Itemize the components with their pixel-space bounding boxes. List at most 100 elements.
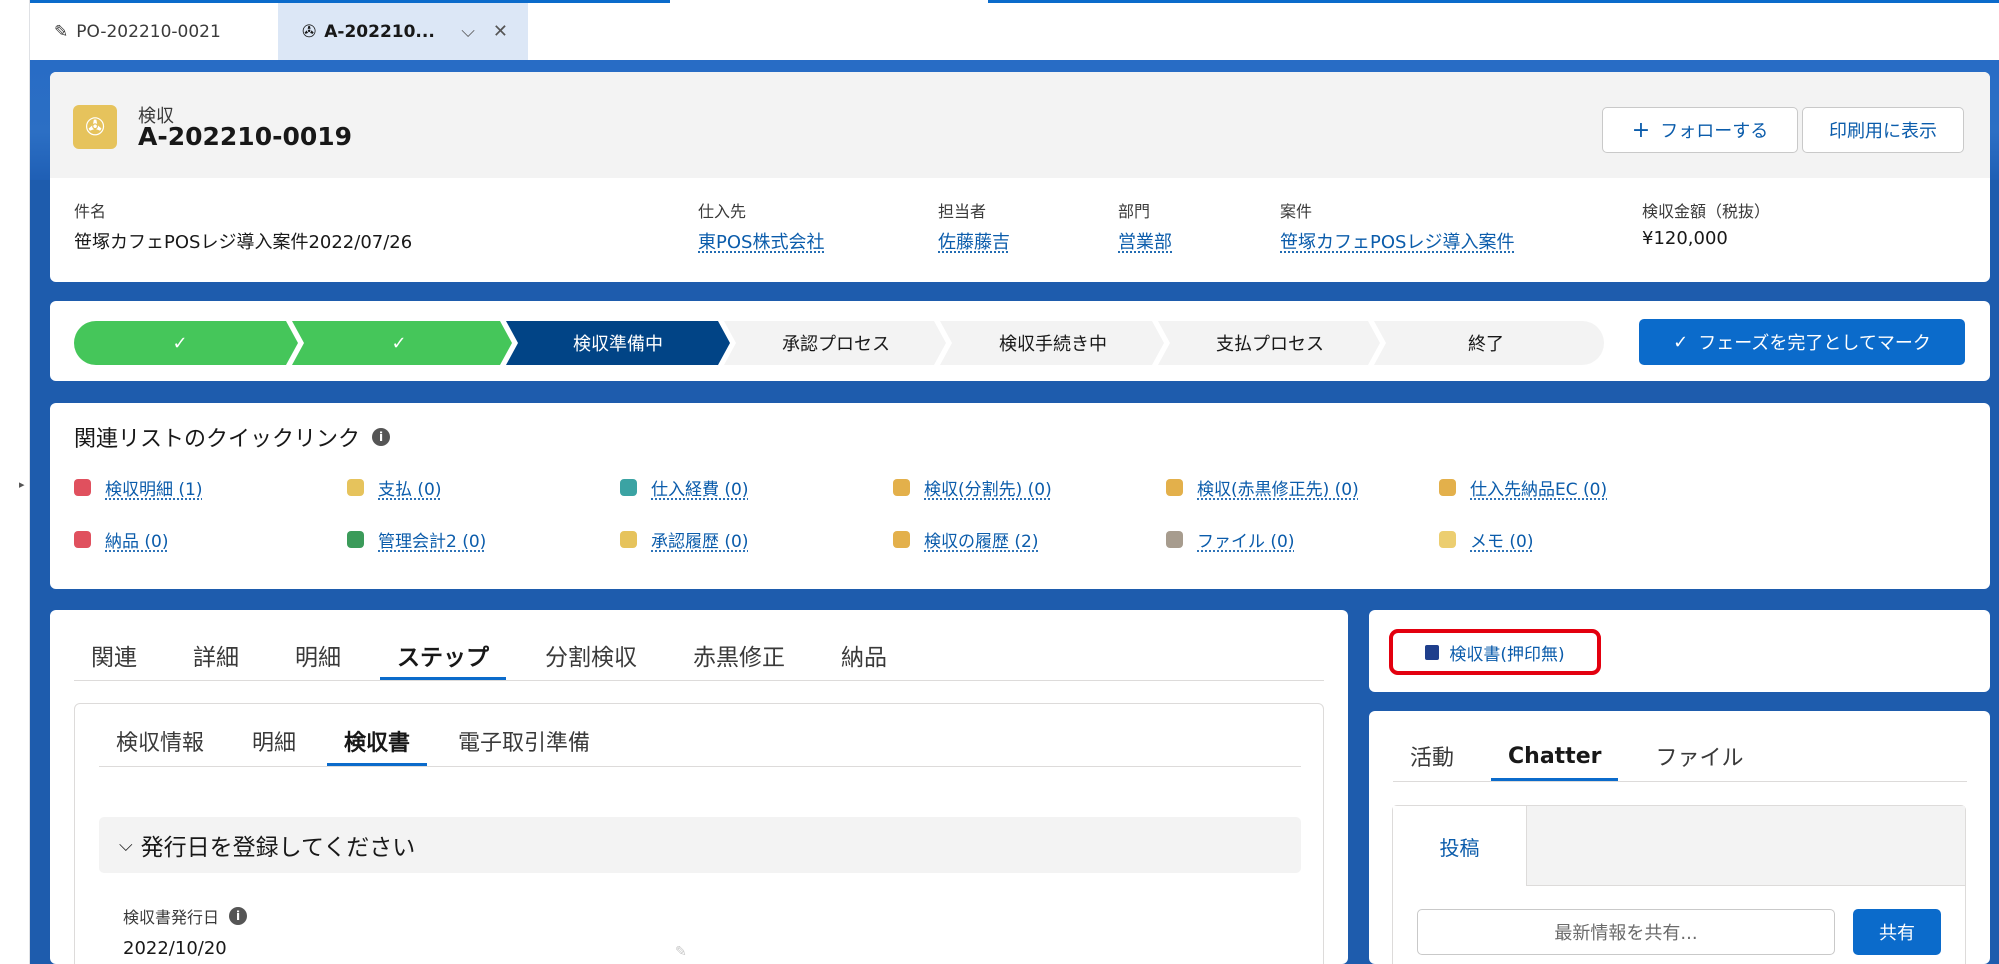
project-link[interactable]: 笹塚カフェPOSレジ導入案件 [1280, 228, 1514, 254]
quick-link-label: 支払 (0) [378, 480, 442, 500]
quick-links-title-text: 関連リストのクイックリンク [74, 427, 361, 452]
vendor-link[interactable]: 東POS株式会社 [698, 228, 824, 254]
chevron-down-icon[interactable]: ⌵ [461, 21, 475, 42]
owner-link[interactable]: 佐藤藤吉 [938, 228, 1010, 254]
department-link[interactable]: 営業部 [1118, 228, 1172, 254]
quick-link-label: 仕入経費 (0) [651, 480, 749, 500]
utility-leftbar: ▸ [0, 0, 30, 964]
field-label: 検収金額（税抜） [1642, 202, 1771, 221]
quick-link[interactable]: 検収明細 (1) [74, 475, 202, 500]
tab-delivery[interactable]: 納品 [824, 630, 904, 680]
document-icon [1425, 644, 1440, 660]
document-action-card: 検収書(押印無) [1369, 610, 1990, 692]
quick-link-label: 納品 (0) [105, 532, 169, 552]
path-step-label: ✓ [391, 332, 407, 354]
quick-link-label: 検収明細 (1) [105, 480, 203, 500]
quick-link[interactable]: 仕入経費 (0) [620, 475, 748, 500]
subtab-lines[interactable]: 明細 [235, 716, 313, 766]
workspace-tab-bar: ✎ PO-202210-0021 ✇ A-202210... ⌵ ✕ [30, 0, 1999, 60]
quick-link-label: 検収の履歴 (2) [924, 532, 1039, 552]
quick-link-label: 仕入先納品EC (0) [1470, 480, 1608, 500]
quick-link[interactable]: 検収(分割先) (0) [893, 475, 1052, 500]
subtab-inspection-info[interactable]: 検収情報 [99, 716, 221, 766]
expand-caret-icon[interactable]: ▸ [19, 478, 25, 491]
info-icon[interactable]: i [229, 907, 248, 925]
subtabs-divider [99, 766, 1301, 767]
mark-complete-button[interactable]: ✓ フェーズを完了としてマーク [1639, 319, 1965, 365]
share-update-input[interactable]: 最新情報を共有... [1417, 909, 1835, 955]
quick-link[interactable]: 承認履歴 (0) [620, 527, 748, 552]
quick-link[interactable]: 支払 (0) [347, 475, 441, 500]
pencil-icon: ✎ [54, 22, 69, 42]
related-list-icon [1166, 531, 1183, 548]
related-list-icon [893, 479, 910, 496]
field-value: ¥120,000 [1642, 228, 1728, 249]
inspection-document-label: 検収書(押印無) [1449, 644, 1565, 665]
quick-link[interactable]: 検収の履歴 (2) [893, 527, 1038, 552]
path-step-label: 検収準備中 [573, 334, 663, 355]
issue-date-label-text: 検収書発行日 [123, 908, 220, 927]
close-icon[interactable]: ✕ [493, 21, 508, 42]
subtab-inspection-document[interactable]: 検収書 [327, 716, 428, 766]
side-tabs-divider [1393, 781, 1967, 782]
field-vendor: 仕入先 東POS株式会社 [698, 198, 824, 254]
workspace-tab-po[interactable]: ✎ PO-202210-0021 [54, 14, 221, 50]
follow-button[interactable]: + フォローする [1602, 107, 1798, 153]
quick-link-label: メモ (0) [1470, 532, 1534, 552]
tab-chatter[interactable]: Chatter [1491, 731, 1619, 781]
tab-details[interactable]: 詳細 [176, 630, 256, 680]
quick-link-label: 検収(分割先) (0) [924, 480, 1052, 500]
tab-accent-line [988, 0, 1999, 3]
quick-link[interactable]: 検収(赤黒修正先) (0) [1166, 475, 1359, 500]
subtab-e-transaction[interactable]: 電子取引準備 [441, 716, 607, 766]
workspace-tab-inspection[interactable]: ✇ A-202210... ⌵ ✕ [278, 3, 528, 60]
quick-link[interactable]: 納品 (0) [74, 527, 168, 552]
field-label: 仕入先 [698, 202, 747, 221]
check-icon: ✓ [1673, 331, 1689, 353]
tab-split-inspection[interactable]: 分割検収 [528, 630, 654, 680]
tab-red-black-correction[interactable]: 赤黒修正 [676, 630, 802, 680]
inspection-document-button[interactable]: 検収書(押印無) [1389, 629, 1601, 675]
record-header: ✇ 検収 A-202210-0019 + フォローする 印刷用に表示 件名 笹塚… [50, 72, 1990, 282]
tab-files[interactable]: ファイル [1638, 731, 1760, 781]
section-header[interactable]: ⌵ 発行日を登録してください [99, 817, 1301, 873]
path-step-label: 終了 [1468, 334, 1504, 355]
tab-steps[interactable]: ステップ [380, 630, 506, 680]
field-amount: 検収金額（税抜） ¥120,000 [1642, 198, 1770, 249]
quick-link[interactable]: 管理会計2 (0) [347, 527, 486, 552]
printable-view-button[interactable]: 印刷用に表示 [1802, 107, 1964, 153]
related-list-icon [620, 479, 637, 496]
field-subject: 件名 笹塚カフェPOSレジ導入案件2022/07/26 [74, 198, 412, 254]
composer-tab-strip [1527, 806, 1965, 886]
field-label: 部門 [1118, 202, 1151, 221]
share-button[interactable]: 共有 [1853, 909, 1941, 955]
inspection-object-icon: ✇ [73, 105, 117, 149]
quick-link[interactable]: 仕入先納品EC (0) [1439, 475, 1607, 500]
section-title: 発行日を登録してください [140, 835, 416, 861]
chevron-down-icon: ⌵ [119, 834, 133, 856]
workspace-tab-label: A-202210... [324, 21, 435, 42]
related-list-icon [347, 479, 364, 496]
field-label: 担当者 [938, 202, 987, 221]
field-project: 案件 笹塚カフェPOSレジ導入案件 [1280, 198, 1514, 254]
quick-link-label: 承認履歴 (0) [651, 532, 749, 552]
info-icon[interactable]: i [372, 428, 391, 446]
path-step-label: 支払プロセス [1216, 334, 1324, 355]
quick-link-label: 管理会計2 (0) [378, 532, 487, 552]
quick-link[interactable]: ファイル (0) [1166, 527, 1294, 552]
main-tabs: 関連 詳細 明細 ステップ 分割検収 赤黒修正 納品 [74, 630, 904, 680]
quick-link-label: ファイル (0) [1197, 532, 1295, 552]
field-label: 案件 [1280, 202, 1313, 221]
follow-button-label: フォローする [1660, 121, 1769, 142]
edit-pencil-icon[interactable]: ✎ [675, 944, 687, 960]
path-step-label: 承認プロセス [782, 334, 890, 355]
related-list-icon [893, 531, 910, 548]
tab-related[interactable]: 関連 [74, 630, 154, 680]
quick-links-title: 関連リストのクイックリンク i [74, 421, 391, 453]
tab-activity[interactable]: 活動 [1393, 731, 1471, 781]
quick-link[interactable]: メモ (0) [1439, 527, 1533, 552]
main-tabset-card: 関連 詳細 明細 ステップ 分割検収 赤黒修正 納品 検収情報 明細 検収書 電… [50, 610, 1348, 964]
tab-lines[interactable]: 明細 [278, 630, 358, 680]
post-tab[interactable]: 投稿 [1393, 806, 1527, 886]
field-value: 笹塚カフェPOSレジ導入案件2022/07/26 [74, 232, 413, 253]
